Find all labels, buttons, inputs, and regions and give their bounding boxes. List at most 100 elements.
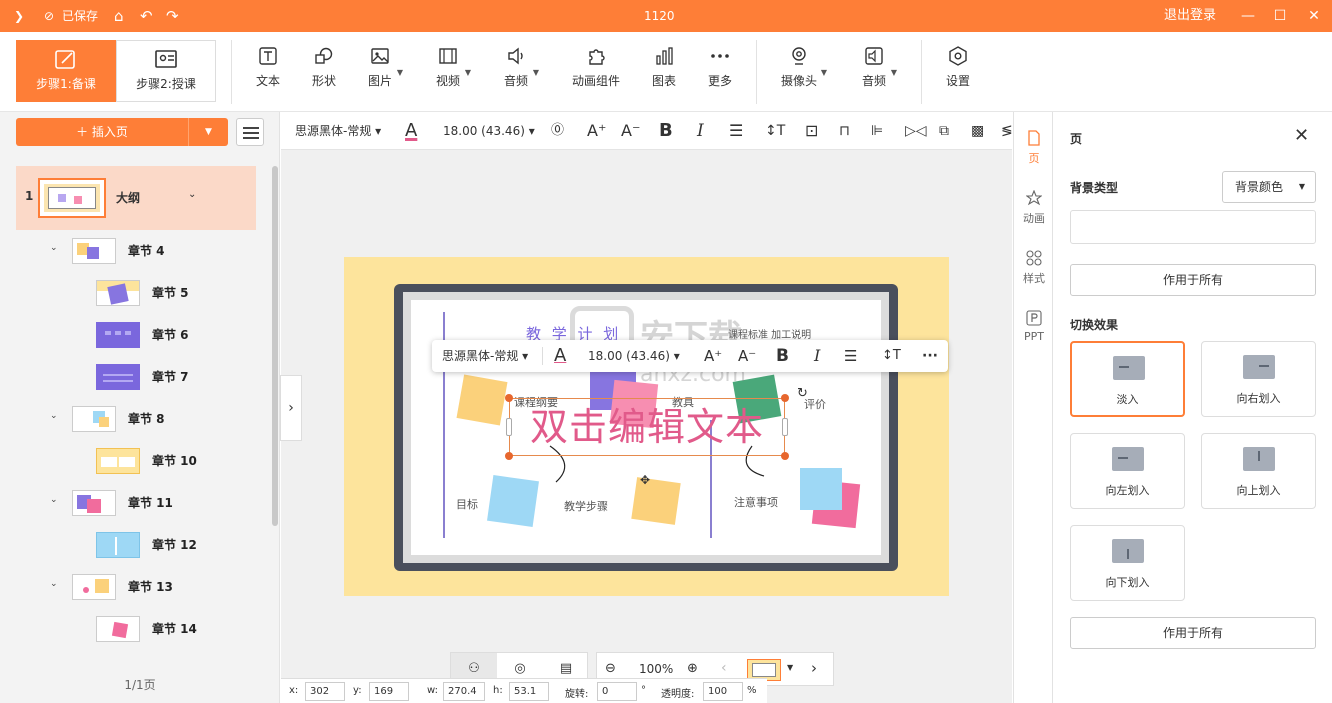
- background-color-field[interactable]: [1070, 210, 1316, 244]
- tab-animation[interactable]: 动画: [1014, 190, 1054, 226]
- list-menu-icon[interactable]: [236, 118, 264, 146]
- outline-item[interactable]: 章节 6: [16, 314, 256, 356]
- step1-prepare-button[interactable]: 步骤1:备课: [16, 40, 116, 102]
- zoom-out-icon[interactable]: ⊖: [605, 661, 616, 676]
- decrease-font-icon[interactable]: A⁻: [738, 340, 756, 372]
- pattern-icon[interactable]: ▩: [971, 112, 984, 150]
- sticky-note-yellow[interactable]: [456, 374, 508, 426]
- page-thumbnail[interactable]: [96, 364, 140, 390]
- chevron-down-icon[interactable]: ▼: [821, 68, 827, 77]
- chart-tool-button[interactable]: 图表: [650, 46, 678, 98]
- apply-all-background-button[interactable]: 作用于所有: [1070, 264, 1316, 296]
- zoom-in-icon[interactable]: ⊕: [687, 661, 698, 676]
- redo-icon[interactable]: ↷: [166, 0, 179, 32]
- font-family-select[interactable]: 思源黑体-常规 ▾: [295, 112, 381, 150]
- chevron-down-icon[interactable]: ⌄: [188, 189, 196, 200]
- outline-item[interactable]: ⌄ 章节 8: [16, 398, 256, 440]
- minimize-icon[interactable]: —: [1230, 0, 1266, 32]
- outline-item[interactable]: ⌄ 章节 13: [16, 566, 256, 608]
- animation-widget-button[interactable]: 动画组件: [570, 46, 622, 98]
- rotate-icon[interactable]: ↻: [797, 386, 808, 401]
- page-thumbnail[interactable]: [96, 532, 140, 558]
- previous-page-icon[interactable]: ‹: [721, 660, 727, 676]
- lock-icon[interactable]: ⊓: [839, 112, 850, 150]
- close-icon[interactable]: ✕: [1294, 125, 1309, 146]
- resize-handle[interactable]: [782, 418, 788, 436]
- outline-item-main[interactable]: 1 大纲 ⌄: [16, 166, 256, 230]
- help-icon[interactable]: ⓪: [551, 112, 564, 150]
- align-icon[interactable]: ☰: [844, 340, 857, 372]
- rotation-input[interactable]: 0: [597, 682, 637, 701]
- sticky-note-blue[interactable]: [800, 468, 842, 510]
- page-thumbnail[interactable]: [96, 448, 140, 474]
- chevron-down-icon[interactable]: ▼: [533, 68, 539, 77]
- font-size-select[interactable]: 18.00 (43.46) ▾: [443, 112, 535, 150]
- more-format-icon[interactable]: ≶: [1001, 112, 1013, 150]
- increase-font-icon[interactable]: A⁺: [587, 112, 606, 150]
- chevron-down-icon[interactable]: ⌄: [50, 495, 58, 505]
- video-tool-button[interactable]: 视频 ▼: [434, 46, 471, 98]
- collapse-panel-button[interactable]: ›: [280, 375, 302, 441]
- sticky-note-blue[interactable]: [487, 475, 539, 527]
- decrease-font-icon[interactable]: A⁻: [621, 112, 640, 150]
- chevron-down-icon[interactable]: ⌄: [50, 243, 58, 253]
- resize-handle[interactable]: [505, 452, 513, 460]
- page-thumbnail[interactable]: [72, 490, 116, 516]
- settings-button[interactable]: 设置: [944, 46, 972, 98]
- chevron-down-icon[interactable]: ▼: [397, 68, 403, 77]
- tab-ppt[interactable]: PPT: [1014, 310, 1054, 343]
- align-icon[interactable]: ☰: [729, 112, 743, 150]
- page-thumbnail[interactable]: [96, 322, 140, 348]
- step2-teach-button[interactable]: 步骤2:授课: [116, 40, 216, 102]
- tab-page[interactable]: 页: [1014, 130, 1054, 166]
- move-icon[interactable]: ✥: [640, 473, 650, 487]
- background-type-select[interactable]: 背景颜色 ▼: [1222, 171, 1316, 203]
- page-thumbnail[interactable]: [72, 406, 116, 432]
- transition-slide-right[interactable]: 向右划入: [1201, 341, 1316, 417]
- outline-item[interactable]: 章节 10: [16, 440, 256, 482]
- outline-item[interactable]: 章节 7: [16, 356, 256, 398]
- tab-style[interactable]: 样式: [1014, 250, 1054, 286]
- shape-tool-button[interactable]: 形状: [310, 46, 338, 98]
- outline-item[interactable]: ⌄ 章节 11: [16, 482, 256, 524]
- resize-handle[interactable]: [505, 394, 513, 402]
- transition-slide-left[interactable]: 向左划入: [1070, 433, 1185, 509]
- more-icon[interactable]: ···: [922, 340, 938, 372]
- transition-fade[interactable]: 淡入: [1070, 341, 1185, 417]
- close-window-icon[interactable]: ✕: [1296, 0, 1332, 32]
- audio2-tool-button[interactable]: 音频 ▼: [860, 46, 897, 98]
- audio-tool-button[interactable]: 音频 ▼: [502, 46, 539, 98]
- outline-item[interactable]: 章节 14: [16, 608, 256, 650]
- undo-icon[interactable]: ↶: [140, 0, 153, 32]
- transition-slide-up[interactable]: 向上划入: [1201, 433, 1316, 509]
- layer-icon[interactable]: ⧉: [939, 112, 949, 150]
- page-thumbnail[interactable]: [96, 280, 140, 306]
- text-box-icon[interactable]: ⊡: [805, 112, 818, 150]
- x-input[interactable]: 302: [305, 682, 345, 701]
- chevron-down-icon[interactable]: ▼: [188, 118, 228, 146]
- chevron-down-icon[interactable]: ▼: [465, 68, 471, 77]
- y-input[interactable]: 169: [369, 682, 409, 701]
- float-font-select[interactable]: 思源黑体-常规 ▾: [442, 340, 528, 372]
- h-input[interactable]: 53.1: [509, 682, 549, 701]
- maximize-icon[interactable]: ☐: [1262, 0, 1298, 32]
- transition-slide-down[interactable]: 向下划入: [1070, 525, 1185, 601]
- editable-textbox[interactable]: 双击编辑文本: [516, 401, 778, 453]
- increase-font-icon[interactable]: A⁺: [704, 340, 722, 372]
- page-thumbnail[interactable]: [72, 238, 116, 264]
- flip-icon[interactable]: ▷◁: [905, 112, 927, 150]
- home-icon[interactable]: ⌂: [114, 0, 124, 32]
- chevron-down-icon[interactable]: ⌄: [50, 411, 58, 421]
- italic-icon[interactable]: I: [814, 340, 820, 372]
- page-thumbnail[interactable]: [96, 616, 140, 642]
- line-spacing-icon[interactable]: ↕T: [882, 340, 901, 372]
- chevron-down-icon[interactable]: ▼: [787, 663, 793, 672]
- italic-icon[interactable]: I: [697, 112, 704, 150]
- resize-handle[interactable]: [506, 418, 512, 436]
- chevron-down-icon[interactable]: ▼: [891, 68, 897, 77]
- camera-tool-button[interactable]: 摄像头 ▼: [780, 46, 827, 98]
- font-color-icon[interactable]: A: [405, 112, 417, 150]
- text-tool-button[interactable]: 文本: [254, 46, 282, 98]
- line-spacing-icon[interactable]: ↕T: [765, 112, 785, 150]
- resize-handle[interactable]: [781, 394, 789, 402]
